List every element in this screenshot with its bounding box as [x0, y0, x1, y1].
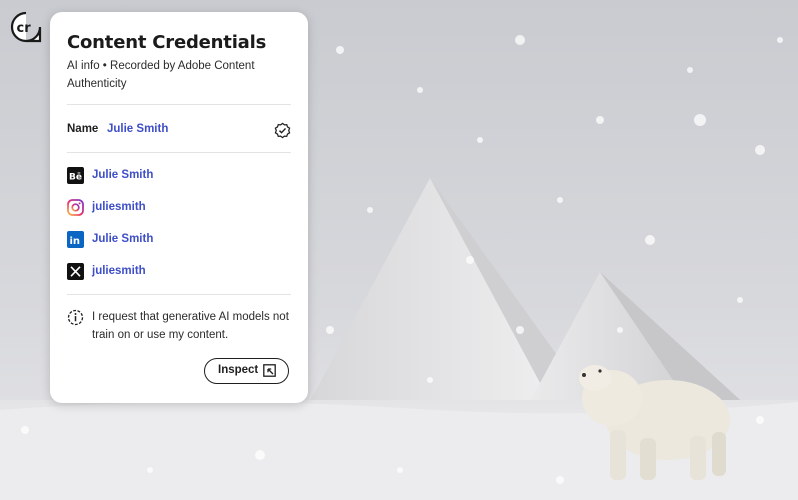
inspect-icon [263, 364, 276, 377]
card-subtitle: AI info • Recorded by Adobe Content Auth… [67, 60, 255, 90]
name-value[interactable]: Julie Smith [107, 123, 168, 135]
divider [67, 294, 291, 295]
social-link-x[interactable]: juliesmith [67, 263, 291, 283]
svg-text:in: in [70, 236, 81, 247]
ai-info-icon [67, 309, 84, 326]
badge-text: cr [17, 21, 32, 36]
verified-icon [274, 122, 291, 139]
instagram-icon [67, 199, 84, 216]
inspect-button[interactable]: Inspect [204, 358, 289, 384]
name-label: Name [67, 123, 99, 135]
cr-icon: cr [10, 11, 42, 43]
content-credentials-card: Content Credentials AI info • Recorded b… [50, 12, 308, 403]
card-title: Content Credentials [67, 32, 267, 53]
name-row: Name Julie Smith [67, 122, 291, 140]
linkedin-icon: in [67, 231, 84, 248]
inspect-label: Inspect [218, 364, 259, 376]
social-link-behance[interactable]: Bē Julie Smith [67, 167, 291, 187]
social-label[interactable]: Julie Smith [92, 233, 153, 245]
x-icon [67, 263, 84, 280]
divider [67, 152, 291, 153]
social-label[interactable]: Julie Smith [92, 169, 153, 181]
social-label[interactable]: juliesmith [92, 265, 146, 277]
ai-notice-text: I request that generative AI models not … [92, 311, 289, 341]
social-link-instagram[interactable]: juliesmith [67, 199, 291, 219]
social-label[interactable]: juliesmith [92, 201, 146, 213]
divider [67, 104, 291, 105]
behance-icon: Bē [67, 167, 84, 184]
content-credentials-badge[interactable]: cr [10, 11, 42, 43]
social-link-linkedin[interactable]: in Julie Smith [67, 231, 291, 251]
svg-text:Bē: Bē [69, 173, 82, 183]
